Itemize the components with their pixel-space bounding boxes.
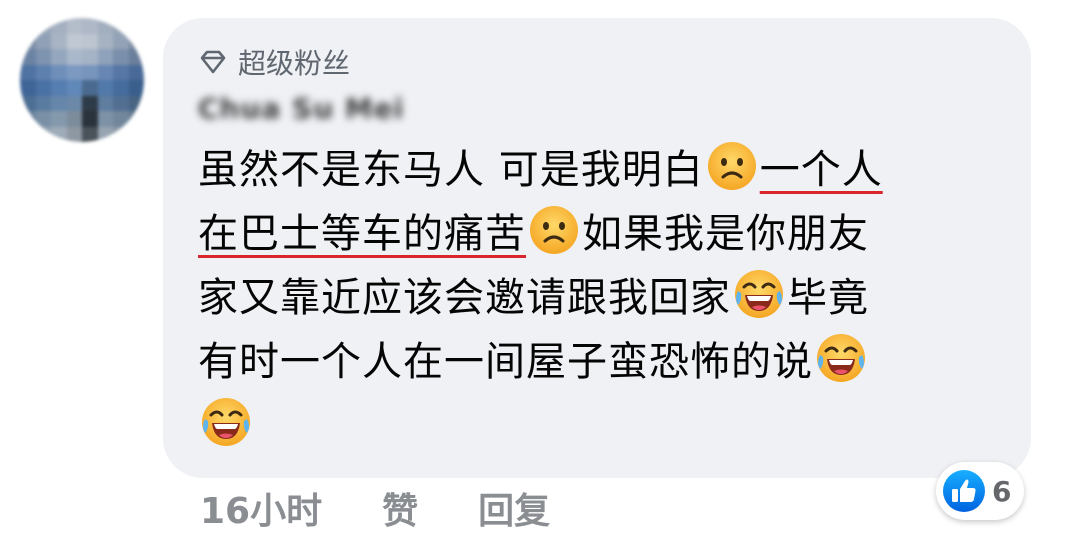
avatar-pixelated-image (20, 18, 144, 142)
thumbs-up-icon (942, 469, 986, 513)
frowning-face-emoji (527, 203, 581, 257)
comment-actions: 16小时 赞 回复 (200, 484, 550, 532)
reaction-count: 6 (992, 474, 1012, 508)
badge-label: 超级粉丝 (238, 47, 351, 80)
comment-text-segment: 有时一个人在一间屋子蛮恐怖的说 (198, 339, 813, 385)
face-with-tears-of-joy-emoji (199, 395, 253, 449)
comment-text-segment: 如果我是你朋友 (582, 211, 869, 257)
author-name[interactable]: Chua Su Mei (198, 90, 404, 128)
frowning-face-emoji (705, 139, 759, 193)
comment-underlined-segment: 在巴士等车的痛苦 (198, 211, 526, 257)
face-with-tears-of-joy-emoji (814, 331, 868, 385)
top-fan-badge: 超级粉丝 (198, 44, 350, 80)
comment-text: 虽然不是东马人 可是我明白 一个人 在巴士等车的痛苦 如果我是你朋友 家又靠近应该会… (198, 138, 998, 458)
comment-text-segment: 毕竟 (787, 275, 869, 321)
avatar[interactable] (20, 18, 144, 142)
comment-underlined-segment: 一个人 (759, 147, 883, 193)
comment-text-segment: 家又靠近应该会邀请跟我回家 (198, 275, 731, 321)
like-button[interactable]: 赞 (382, 482, 418, 534)
comment-timestamp[interactable]: 16小时 (200, 482, 322, 534)
diamond-icon (198, 47, 228, 77)
reply-button[interactable]: 回复 (478, 482, 550, 534)
face-with-tears-of-joy-emoji (732, 267, 786, 321)
comment-text-segment: 虽然不是东马人 可是我明白 (198, 147, 704, 193)
reaction-count-pill[interactable]: 6 (936, 462, 1024, 520)
